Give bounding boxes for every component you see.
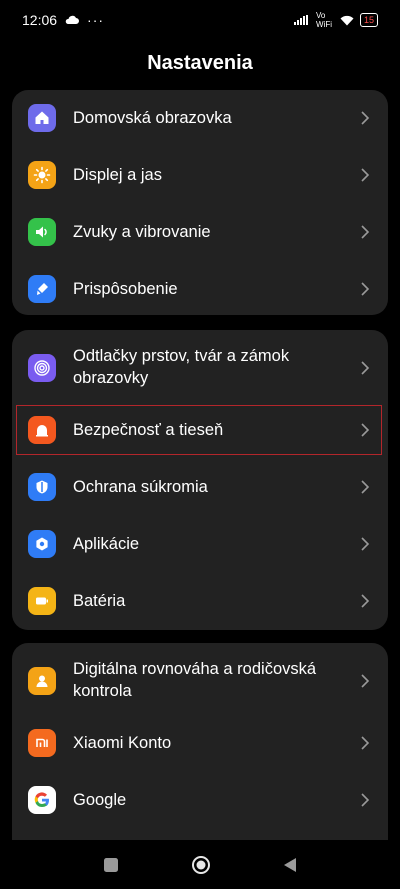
settings-group-1: Domovská obrazovka Displej a jas Zvuky a… xyxy=(12,90,388,315)
apps-icon xyxy=(28,530,56,558)
settings-group-3: Digitálna rovnováha a rodičovská kontrol… xyxy=(12,643,388,840)
privacy-icon xyxy=(28,473,56,501)
settings-item-label: Bezpečnosť a tieseň xyxy=(73,421,224,439)
chevron-right-icon xyxy=(361,537,370,551)
signal-icon xyxy=(293,15,308,25)
sun-icon xyxy=(28,161,56,189)
settings-item-personalization[interactable]: Prispôsobenie xyxy=(12,264,388,314)
back-button[interactable] xyxy=(283,857,297,873)
chevron-right-icon xyxy=(361,282,370,296)
settings-item-label: Digitálna rovnováha a rodičovská kontrol… xyxy=(73,660,317,700)
settings-item-display[interactable]: Displej a jas xyxy=(12,150,388,200)
chevron-right-icon xyxy=(361,480,370,494)
chevron-right-icon xyxy=(361,594,370,608)
mi-icon xyxy=(28,729,56,757)
settings-item-digital-wellbeing[interactable]: Digitálna rovnováha a rodičovská kontrol… xyxy=(12,651,388,711)
navigation-bar xyxy=(0,840,400,889)
settings-item-home-screen[interactable]: Domovská obrazovka xyxy=(12,93,388,143)
brush-icon xyxy=(28,275,56,303)
fingerprint-icon xyxy=(28,354,56,382)
settings-item-label: Batéria xyxy=(73,592,126,610)
settings-item-battery[interactable]: Batéria xyxy=(12,576,388,626)
wifi-icon xyxy=(340,15,354,25)
settings-item-label: Google xyxy=(73,791,127,809)
recents-button[interactable] xyxy=(103,857,119,873)
battery-icon xyxy=(28,587,56,615)
status-bar: 12:06 ··· Vo WiFi 15 xyxy=(0,0,400,40)
settings-item-label: Zvuky a vibrovanie xyxy=(73,223,211,241)
home-button[interactable] xyxy=(191,855,211,875)
chevron-right-icon xyxy=(361,736,370,750)
chevron-right-icon xyxy=(361,793,370,807)
battery-indicator: 15 xyxy=(359,13,378,27)
more-notifications-icon: ··· xyxy=(87,12,105,28)
home-icon xyxy=(28,104,56,132)
status-time: 12:06 xyxy=(22,12,58,28)
settings-item-label: Odtlačky prstov, tvár a zámok obrazovky xyxy=(73,347,290,387)
google-icon xyxy=(28,786,56,814)
settings-item-privacy[interactable]: Ochrana súkromia xyxy=(12,462,388,512)
settings-item-sounds[interactable]: Zvuky a vibrovanie xyxy=(12,207,388,257)
settings-group-2: Odtlačky prstov, tvár a zámok obrazovky … xyxy=(12,330,388,630)
vowifi-label: Vo WiFi xyxy=(315,11,332,29)
chevron-right-icon xyxy=(361,674,370,688)
settings-item-label: Domovská obrazovka xyxy=(73,109,232,127)
settings-item-label: Prispôsobenie xyxy=(73,280,178,298)
settings-item-apps[interactable]: Aplikácie xyxy=(12,519,388,569)
chevron-right-icon xyxy=(361,111,370,125)
settings-item-fingerprint-lock[interactable]: Odtlačky prstov, tvár a zámok obrazovky xyxy=(12,338,388,398)
speaker-icon xyxy=(28,218,56,246)
settings-item-safety-emergency[interactable]: Bezpečnosť a tieseň xyxy=(12,405,388,455)
settings-item-label: Displej a jas xyxy=(73,166,162,184)
sos-icon xyxy=(28,416,56,444)
settings-item-label: Xiaomi Konto xyxy=(73,734,172,752)
page-title: Nastavenia xyxy=(147,52,253,74)
chevron-right-icon xyxy=(361,225,370,239)
settings-item-google[interactable]: Google xyxy=(12,775,388,825)
chevron-right-icon xyxy=(361,361,370,375)
chevron-right-icon xyxy=(361,168,370,182)
chevron-right-icon xyxy=(361,423,370,437)
cloud-icon xyxy=(65,15,80,24)
settings-item-label: Ochrana súkromia xyxy=(73,478,208,496)
person-icon xyxy=(28,667,56,695)
settings-item-label: Aplikácie xyxy=(73,535,140,553)
settings-item-xiaomi-account[interactable]: Xiaomi Konto xyxy=(12,718,388,768)
